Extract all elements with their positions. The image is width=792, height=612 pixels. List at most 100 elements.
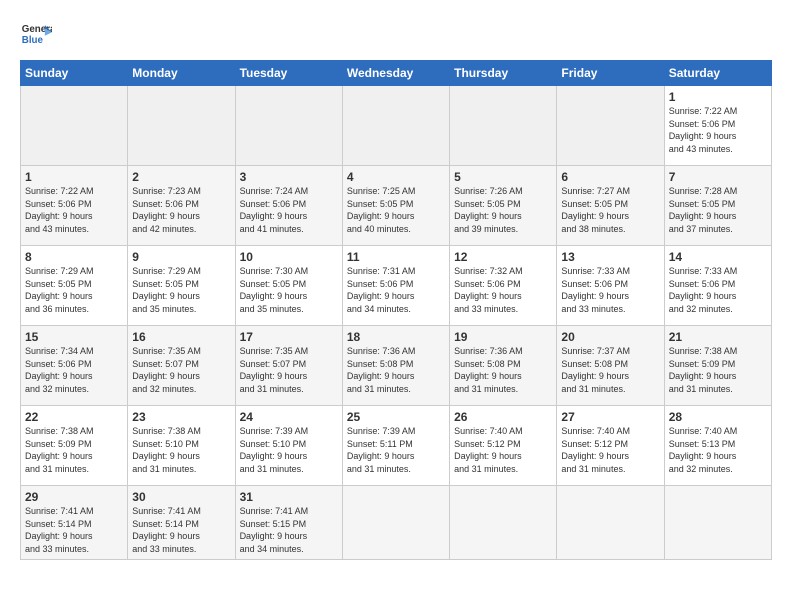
day-number: 23 [132,410,230,424]
calendar-cell: 16 Sunrise: 7:35 AMSunset: 5:07 PMDaylig… [128,326,235,406]
day-info: Sunrise: 7:25 AMSunset: 5:05 PMDaylight:… [347,186,416,234]
calendar-cell: 1 Sunrise: 7:22 AMSunset: 5:06 PMDayligh… [21,166,128,246]
page-container: General Blue SundayMondayTuesdayWednesda… [0,0,792,570]
calendar-week-row: 8 Sunrise: 7:29 AMSunset: 5:05 PMDayligh… [21,246,772,326]
day-info: Sunrise: 7:39 AMSunset: 5:10 PMDaylight:… [240,426,309,474]
calendar-cell: 7 Sunrise: 7:28 AMSunset: 5:05 PMDayligh… [664,166,771,246]
day-number: 9 [132,250,230,264]
calendar-cell [235,86,342,166]
calendar-week-row: 15 Sunrise: 7:34 AMSunset: 5:06 PMDaylig… [21,326,772,406]
calendar-cell: 31 Sunrise: 7:41 AMSunset: 5:15 PMDaylig… [235,486,342,560]
calendar-cell: 3 Sunrise: 7:24 AMSunset: 5:06 PMDayligh… [235,166,342,246]
day-number: 10 [240,250,338,264]
calendar-cell [557,486,664,560]
calendar-cell [557,86,664,166]
day-number: 26 [454,410,552,424]
calendar-cell: 11 Sunrise: 7:31 AMSunset: 5:06 PMDaylig… [342,246,449,326]
col-header-sunday: Sunday [21,61,128,86]
calendar-cell: 13 Sunrise: 7:33 AMSunset: 5:06 PMDaylig… [557,246,664,326]
day-number: 13 [561,250,659,264]
day-number: 5 [454,170,552,184]
day-info: Sunrise: 7:33 AMSunset: 5:06 PMDaylight:… [561,266,630,314]
calendar-cell: 21 Sunrise: 7:38 AMSunset: 5:09 PMDaylig… [664,326,771,406]
day-info: Sunrise: 7:41 AMSunset: 5:14 PMDaylight:… [25,506,94,554]
day-info: Sunrise: 7:39 AMSunset: 5:11 PMDaylight:… [347,426,416,474]
calendar-cell [21,86,128,166]
day-number: 27 [561,410,659,424]
day-number: 22 [25,410,123,424]
day-number: 24 [240,410,338,424]
calendar-cell: 19 Sunrise: 7:36 AMSunset: 5:08 PMDaylig… [450,326,557,406]
day-number: 11 [347,250,445,264]
day-info: Sunrise: 7:29 AMSunset: 5:05 PMDaylight:… [25,266,94,314]
day-number: 19 [454,330,552,344]
calendar-week-row: 1 Sunrise: 7:22 AMSunset: 5:06 PMDayligh… [21,86,772,166]
day-info: Sunrise: 7:40 AMSunset: 5:13 PMDaylight:… [669,426,738,474]
col-header-saturday: Saturday [664,61,771,86]
calendar-header-row: SundayMondayTuesdayWednesdayThursdayFrid… [21,61,772,86]
logo: General Blue [20,18,52,50]
day-number: 8 [25,250,123,264]
calendar-cell: 25 Sunrise: 7:39 AMSunset: 5:11 PMDaylig… [342,406,449,486]
svg-text:Blue: Blue [22,35,44,46]
day-number: 1 [669,90,767,104]
calendar-week-row: 22 Sunrise: 7:38 AMSunset: 5:09 PMDaylig… [21,406,772,486]
calendar-body: 1 Sunrise: 7:22 AMSunset: 5:06 PMDayligh… [21,86,772,560]
calendar-cell: 30 Sunrise: 7:41 AMSunset: 5:14 PMDaylig… [128,486,235,560]
day-number: 28 [669,410,767,424]
day-info: Sunrise: 7:31 AMSunset: 5:06 PMDaylight:… [347,266,416,314]
day-info: Sunrise: 7:41 AMSunset: 5:14 PMDaylight:… [132,506,201,554]
calendar-week-row: 29 Sunrise: 7:41 AMSunset: 5:14 PMDaylig… [21,486,772,560]
header: General Blue [20,18,772,50]
calendar-cell [342,486,449,560]
calendar-cell: 18 Sunrise: 7:36 AMSunset: 5:08 PMDaylig… [342,326,449,406]
col-header-thursday: Thursday [450,61,557,86]
calendar-cell [450,86,557,166]
day-number: 16 [132,330,230,344]
day-number: 15 [25,330,123,344]
day-number: 3 [240,170,338,184]
calendar-cell: 9 Sunrise: 7:29 AMSunset: 5:05 PMDayligh… [128,246,235,326]
day-info: Sunrise: 7:40 AMSunset: 5:12 PMDaylight:… [454,426,523,474]
day-info: Sunrise: 7:22 AMSunset: 5:06 PMDaylight:… [25,186,94,234]
day-number: 31 [240,490,338,504]
day-info: Sunrise: 7:38 AMSunset: 5:10 PMDaylight:… [132,426,201,474]
day-info: Sunrise: 7:40 AMSunset: 5:12 PMDaylight:… [561,426,630,474]
calendar-cell [128,86,235,166]
col-header-monday: Monday [128,61,235,86]
col-header-tuesday: Tuesday [235,61,342,86]
calendar-cell: 14 Sunrise: 7:33 AMSunset: 5:06 PMDaylig… [664,246,771,326]
day-info: Sunrise: 7:34 AMSunset: 5:06 PMDaylight:… [25,346,94,394]
day-info: Sunrise: 7:24 AMSunset: 5:06 PMDaylight:… [240,186,309,234]
day-info: Sunrise: 7:28 AMSunset: 5:05 PMDaylight:… [669,186,738,234]
calendar-cell: 12 Sunrise: 7:32 AMSunset: 5:06 PMDaylig… [450,246,557,326]
day-info: Sunrise: 7:26 AMSunset: 5:05 PMDaylight:… [454,186,523,234]
calendar-cell: 2 Sunrise: 7:23 AMSunset: 5:06 PMDayligh… [128,166,235,246]
calendar-cell: 8 Sunrise: 7:29 AMSunset: 5:05 PMDayligh… [21,246,128,326]
day-number: 21 [669,330,767,344]
calendar-cell: 29 Sunrise: 7:41 AMSunset: 5:14 PMDaylig… [21,486,128,560]
calendar-cell [342,86,449,166]
day-number: 18 [347,330,445,344]
day-number: 7 [669,170,767,184]
day-info: Sunrise: 7:37 AMSunset: 5:08 PMDaylight:… [561,346,630,394]
day-info: Sunrise: 7:36 AMSunset: 5:08 PMDaylight:… [347,346,416,394]
calendar-cell: 10 Sunrise: 7:30 AMSunset: 5:05 PMDaylig… [235,246,342,326]
day-number: 30 [132,490,230,504]
day-number: 29 [25,490,123,504]
calendar-cell [664,486,771,560]
day-info: Sunrise: 7:30 AMSunset: 5:05 PMDaylight:… [240,266,309,314]
calendar-cell: 17 Sunrise: 7:35 AMSunset: 5:07 PMDaylig… [235,326,342,406]
calendar-cell: 20 Sunrise: 7:37 AMSunset: 5:08 PMDaylig… [557,326,664,406]
day-info: Sunrise: 7:32 AMSunset: 5:06 PMDaylight:… [454,266,523,314]
calendar-cell: 27 Sunrise: 7:40 AMSunset: 5:12 PMDaylig… [557,406,664,486]
day-info: Sunrise: 7:23 AMSunset: 5:06 PMDaylight:… [132,186,201,234]
calendar-cell: 15 Sunrise: 7:34 AMSunset: 5:06 PMDaylig… [21,326,128,406]
calendar-cell [450,486,557,560]
day-info: Sunrise: 7:35 AMSunset: 5:07 PMDaylight:… [240,346,309,394]
day-number: 12 [454,250,552,264]
day-info: Sunrise: 7:38 AMSunset: 5:09 PMDaylight:… [669,346,738,394]
day-number: 20 [561,330,659,344]
calendar-cell: 5 Sunrise: 7:26 AMSunset: 5:05 PMDayligh… [450,166,557,246]
calendar-cell: 1 Sunrise: 7:22 AMSunset: 5:06 PMDayligh… [664,86,771,166]
